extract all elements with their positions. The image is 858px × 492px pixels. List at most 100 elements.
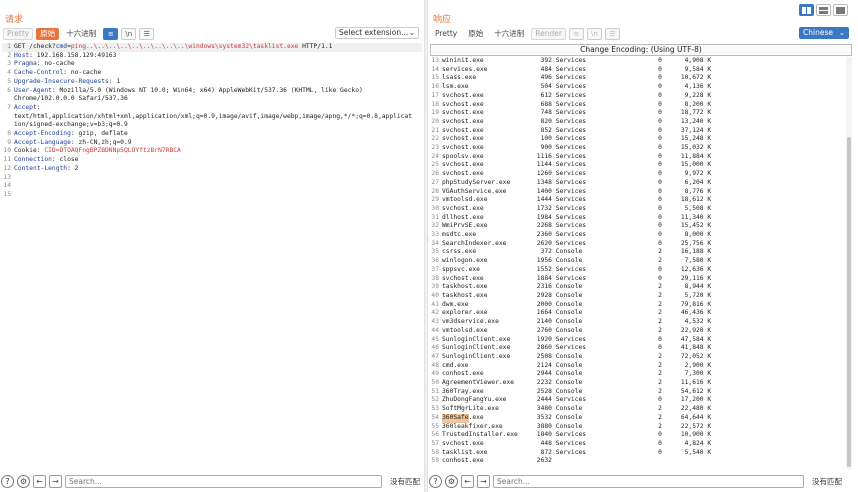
process-name: svchost.exe bbox=[442, 117, 537, 125]
hamburger-menu-icon[interactable]: ☰ bbox=[139, 27, 155, 40]
response-line: 40 taskhost.exe 2928 Console 2 5,720 K bbox=[430, 292, 844, 301]
response-tab-pretty[interactable]: Pretty bbox=[431, 28, 461, 40]
response-line: 55 360leakfixer.exe 3880 Console 2 22,572… bbox=[430, 423, 844, 432]
response-line: 24 spoolsv.exe 1116 Services 0 11,884 K bbox=[430, 153, 844, 162]
line-number: 29 bbox=[431, 196, 439, 204]
process-details: 504 Services 0 4,136 K bbox=[536, 83, 712, 91]
process-details: 1116 Services 0 11,884 K bbox=[536, 152, 712, 160]
process-name: vmtoolsd.exe bbox=[442, 196, 537, 204]
line-number: 47 bbox=[431, 352, 439, 360]
line-number: 48 bbox=[431, 361, 439, 369]
process-details: 2360 Services 0 8,000 K bbox=[536, 231, 712, 239]
line-number: 16 bbox=[431, 83, 439, 91]
response-line: 46 SunloginClient.exe 2860 Services 0 41,… bbox=[430, 344, 844, 353]
process-details: 2444 Services 0 17,200 K bbox=[536, 396, 712, 404]
process-details: 3880 Console 2 22,572 K bbox=[536, 422, 712, 430]
process-name: taskhost.exe bbox=[442, 291, 537, 299]
response-line: 29 vmtoolsd.exe 1444 Services 0 18,612 K bbox=[430, 196, 844, 205]
gear-icon[interactable]: ⚙ bbox=[17, 475, 30, 488]
arrow-left-icon[interactable]: ← bbox=[33, 475, 46, 488]
extension-select[interactable]: Select extension... ⌄ bbox=[335, 27, 419, 39]
arrow-right-icon[interactable]: → bbox=[49, 475, 62, 488]
process-name: svchost.exe bbox=[442, 91, 537, 99]
response-line: 57 svchost.exe 448 Services 0 4,824 K bbox=[430, 440, 844, 449]
request-line: 13 bbox=[2, 174, 422, 183]
process-name: WmiPrvSE.exe bbox=[442, 222, 537, 230]
chevron-down-icon: ⌄ bbox=[408, 28, 415, 37]
process-details: 392 Services 0 4,908 K bbox=[536, 57, 712, 64]
response-line: 26 svchost.exe 1260 Services 0 9,972 K bbox=[430, 170, 844, 179]
line-number: 35 bbox=[431, 248, 439, 256]
help-icon[interactable]: ? bbox=[429, 475, 442, 488]
response-scrollbar[interactable] bbox=[846, 57, 852, 470]
response-line: 54 360Safe .exe 3532 Console 2 64,644 K bbox=[430, 413, 844, 423]
process-name: TrustedInstaller.exe bbox=[442, 431, 537, 439]
arrow-right-icon[interactable]: → bbox=[477, 475, 490, 488]
help-icon[interactable]: ? bbox=[1, 475, 14, 488]
wrap-lines-icon[interactable]: ≡ bbox=[103, 27, 119, 40]
request-tab-pretty[interactable]: Pretty bbox=[3, 27, 34, 40]
response-line: 22 svchost.exe 100 Services 0 15,248 K bbox=[430, 135, 844, 144]
process-details: 1348 Services 0 6,204 K bbox=[536, 178, 712, 186]
response-tab-raw[interactable]: 原始 bbox=[464, 28, 487, 40]
hamburger-menu-icon[interactable]: ☰ bbox=[604, 27, 620, 40]
response-pane: 响应 Pretty 原始 十六进制 Render ≡ \n ☰ Chinese … bbox=[428, 0, 854, 492]
newline-icon[interactable]: \n bbox=[121, 27, 137, 40]
response-tab-render[interactable]: Render bbox=[531, 27, 566, 40]
process-name: svchost.exe bbox=[442, 126, 537, 134]
process-details: 2620 Services 0 25,756 K bbox=[536, 239, 712, 247]
request-text: Connection bbox=[14, 156, 52, 164]
request-editor[interactable]: 1 GET /check? cmd = ping..\..\..\..\..\..\..… bbox=[2, 43, 422, 470]
process-name: spoolsv.exe bbox=[442, 152, 537, 160]
response-editor[interactable]: 13 wininit.exe 392 Services 0 4,908 K 14 se… bbox=[430, 57, 844, 470]
response-line: 42 explorer.exe 1664 Console 2 46,436 K bbox=[430, 309, 844, 318]
line-number: 50 bbox=[431, 379, 439, 387]
language-select[interactable]: Chinese ⌄ bbox=[799, 27, 849, 39]
process-name: csrss.exe bbox=[442, 248, 537, 256]
request-text: : zh-CN,zh;q=0.9 bbox=[70, 138, 132, 146]
request-text: HTTP/1.1 bbox=[298, 43, 333, 50]
gear-icon[interactable]: ⚙ bbox=[445, 475, 458, 488]
process-details: 688 Services 0 8,200 K bbox=[536, 100, 712, 108]
process-name: tasklist.exe bbox=[442, 448, 537, 456]
process-name: conhost.exe bbox=[442, 370, 537, 378]
response-tab-hex[interactable]: 十六进制 bbox=[490, 28, 528, 40]
newline-icon[interactable]: \n bbox=[586, 27, 602, 40]
process-name: winlogon.exe bbox=[442, 257, 537, 265]
process-details: 2140 Console 2 4,532 K bbox=[536, 318, 712, 326]
process-name: lsass.exe bbox=[442, 74, 537, 82]
request-tab-raw[interactable]: 原始 bbox=[36, 27, 60, 40]
wrap-lines-icon[interactable]: ≡ bbox=[568, 27, 584, 40]
scrollbar-thumb[interactable] bbox=[847, 137, 851, 467]
line-number: 13 bbox=[431, 57, 439, 64]
line-number: 36 bbox=[431, 257, 439, 265]
request-title: 请求 bbox=[5, 15, 24, 25]
process-name: vm3dservice.exe bbox=[442, 318, 537, 326]
process-name: .exe bbox=[468, 413, 537, 421]
request-search-input[interactable] bbox=[69, 477, 381, 486]
response-line: 25 svchost.exe 1144 Services 0 15,000 K bbox=[430, 161, 844, 170]
request-text: : 2 bbox=[67, 164, 79, 172]
line-number: 12 bbox=[3, 164, 11, 172]
line-number: 17 bbox=[431, 91, 439, 99]
response-line: 36 winlogon.exe 1956 Console 2 7,580 K bbox=[430, 257, 844, 266]
response-line: 58 tasklist.exe 872 Services 0 5,540 K bbox=[430, 449, 844, 458]
line-number: 51 bbox=[431, 387, 439, 395]
change-encoding-button[interactable]: Change Encoding: (Using UTF-8) bbox=[430, 44, 852, 56]
request-no-match-label: 没有匹配 bbox=[390, 477, 420, 486]
response-line: 27 phpStudyServer.exe 1348 Services 0 6,2… bbox=[430, 179, 844, 188]
process-name: dwm.exe bbox=[442, 300, 537, 308]
response-line: 21 svchost.exe 852 Services 0 37,124 K bbox=[430, 127, 844, 136]
line-number: 32 bbox=[431, 222, 439, 230]
process-details: 100 Services 0 15,248 K bbox=[536, 135, 712, 143]
process-name: taskhost.exe bbox=[442, 283, 537, 291]
process-details: 2944 Console 2 7,300 K bbox=[536, 370, 712, 378]
request-tab-hex[interactable]: 十六进制 bbox=[62, 28, 100, 40]
response-search-input[interactable] bbox=[497, 477, 803, 486]
line-number: 9 bbox=[7, 138, 11, 146]
response-line: 44 vmtoolsd.exe 2760 Console 2 22,920 K bbox=[430, 327, 844, 336]
response-line: 32 WmiPrvSE.exe 2268 Services 0 15,452 K bbox=[430, 222, 844, 231]
process-details: 3480 Console 2 22,480 K bbox=[536, 405, 712, 413]
process-details: 484 Services 0 9,584 K bbox=[536, 65, 712, 73]
arrow-left-icon[interactable]: ← bbox=[461, 475, 474, 488]
